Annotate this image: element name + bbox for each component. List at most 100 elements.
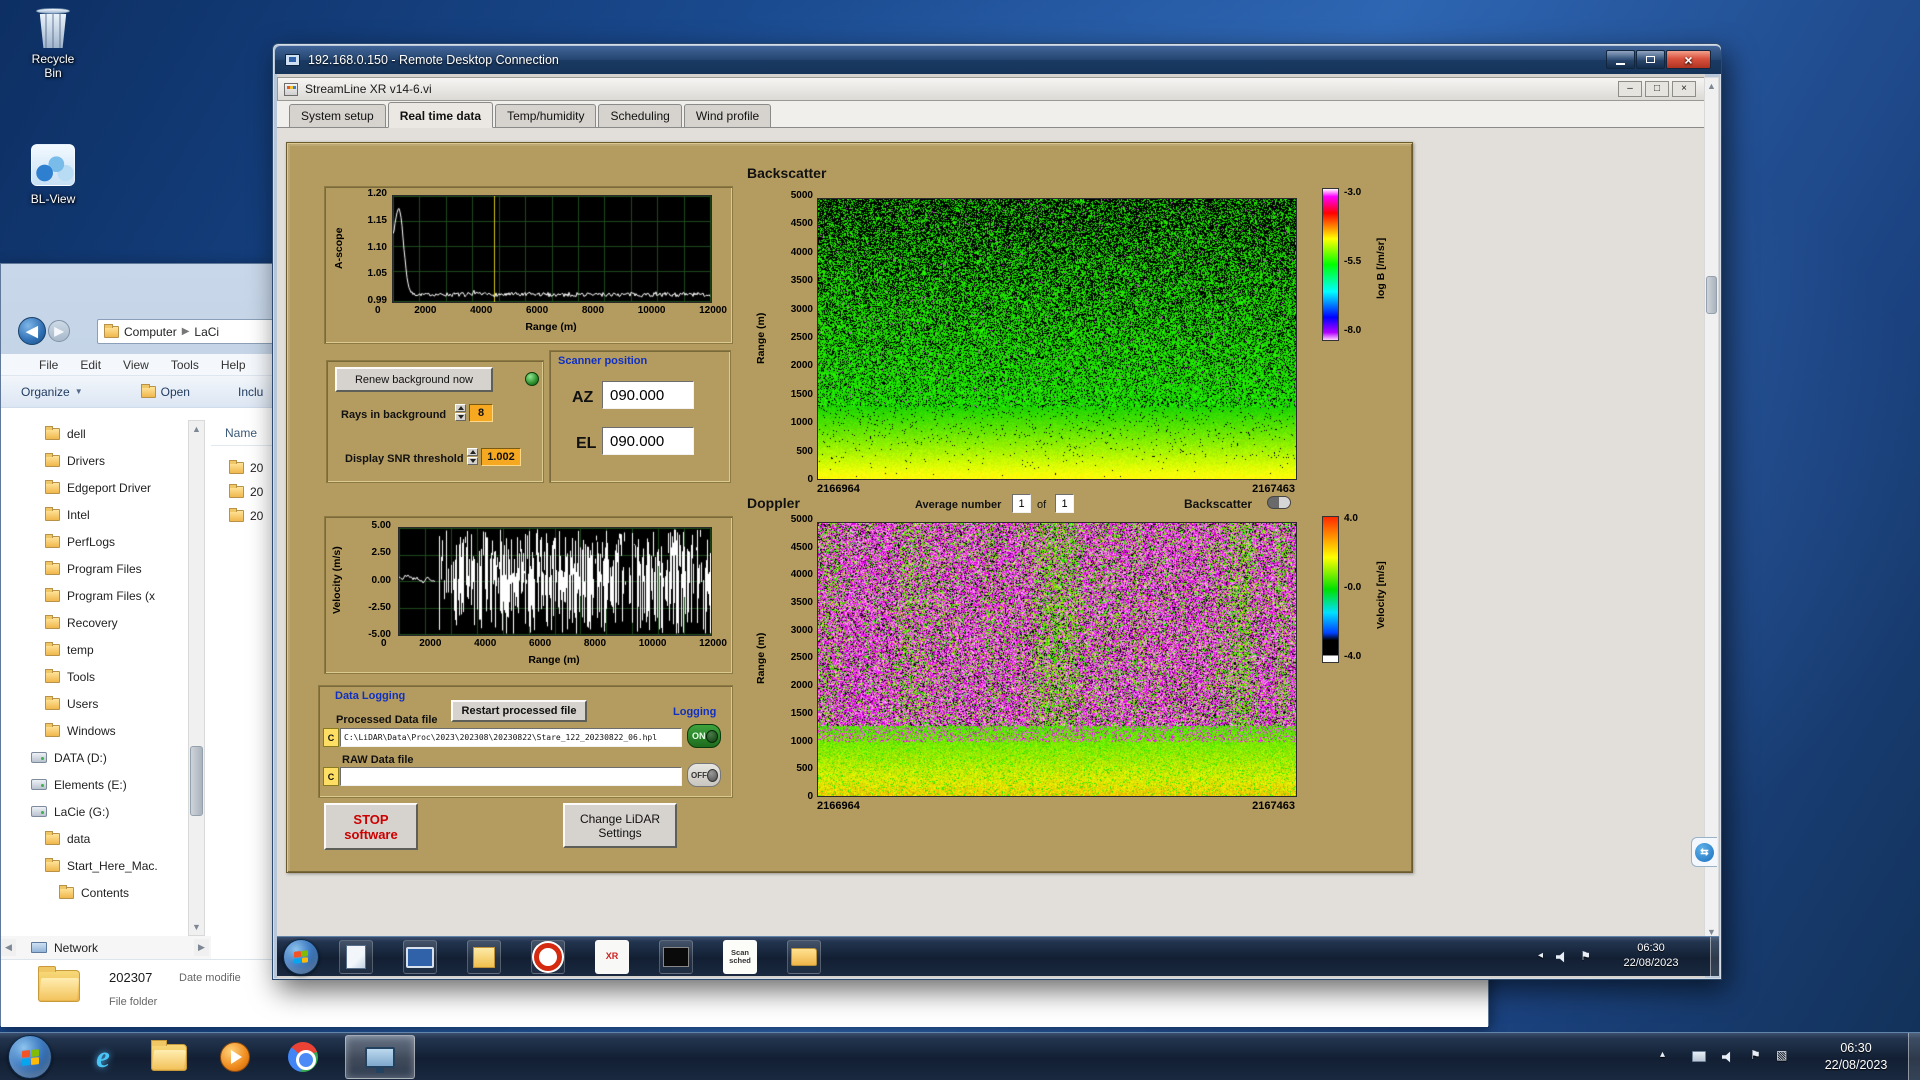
remote-flag-icon[interactable]: ⚑ bbox=[1580, 949, 1591, 963]
taskbar-ie-icon[interactable]: e bbox=[82, 1037, 124, 1077]
snr-spinner[interactable] bbox=[467, 448, 478, 465]
scrollbar-thumb[interactable] bbox=[190, 746, 203, 816]
menu-file[interactable]: File bbox=[39, 358, 58, 372]
average-total-field[interactable]: 1 bbox=[1055, 494, 1074, 513]
processed-path-field[interactable]: C:\LiDAR\Data\Proc\2023\202308\20230822\… bbox=[340, 728, 682, 747]
clock[interactable]: 06:30 22/08/2023 bbox=[1808, 1040, 1904, 1074]
menu-view[interactable]: View bbox=[123, 358, 149, 372]
tab-system-setup[interactable]: System setup bbox=[289, 104, 386, 127]
snr-value-field[interactable]: 1.002 bbox=[481, 448, 521, 466]
spin-up-icon[interactable] bbox=[455, 404, 466, 412]
show-desktop-button[interactable] bbox=[1908, 1033, 1920, 1080]
spin-up-icon[interactable] bbox=[467, 448, 478, 456]
scroll-right-icon[interactable]: ▶ bbox=[194, 939, 209, 956]
scroll-left-icon[interactable]: ◀ bbox=[1, 939, 16, 956]
taskbar-media-player-icon[interactable] bbox=[214, 1037, 256, 1077]
taskbar-chrome-icon[interactable] bbox=[282, 1037, 324, 1077]
stop-software-button[interactable]: STOP software bbox=[324, 803, 418, 850]
tree-item-start-here-mac-[interactable]: Start_Here_Mac. bbox=[1, 852, 187, 879]
change-lidar-settings-button[interactable]: Change LiDAR Settings bbox=[563, 803, 677, 848]
tree-item-program-files[interactable]: Program Files bbox=[1, 555, 187, 582]
rdp-scroll-up-icon[interactable]: ▲ bbox=[1705, 78, 1718, 93]
raw-drive-button[interactable]: C bbox=[323, 767, 339, 786]
tree-item-intel[interactable]: Intel bbox=[1, 501, 187, 528]
tab-real-time-data[interactable]: Real time data bbox=[388, 102, 493, 128]
tree-item-data-d-[interactable]: DATA (D:) bbox=[1, 744, 187, 771]
renew-background-button[interactable]: Renew background now bbox=[335, 367, 493, 392]
tree-item-temp[interactable]: temp bbox=[1, 636, 187, 663]
back-button[interactable]: ◀ bbox=[18, 317, 46, 345]
tree-item-network[interactable]: Network bbox=[31, 934, 98, 961]
labview-close-button[interactable]: × bbox=[1672, 81, 1696, 97]
tray-network-icon[interactable] bbox=[1692, 1051, 1706, 1062]
tree-item-elements-e-[interactable]: Elements (E:) bbox=[1, 771, 187, 798]
remote-taskbar-app-scan-icon[interactable]: Scan sched bbox=[723, 940, 757, 974]
taskbar-rdp-active-icon[interactable] bbox=[345, 1035, 415, 1079]
remote-taskbar-app-folder-icon[interactable] bbox=[787, 940, 821, 974]
labview-minimize-button[interactable]: – bbox=[1618, 81, 1642, 97]
remote-taskbar-app-power-icon[interactable] bbox=[531, 940, 565, 974]
rdp-titlebar[interactable]: 192.168.0.150 - Remote Desktop Connectio… bbox=[275, 46, 1721, 74]
tree-item-users[interactable]: Users bbox=[1, 690, 187, 717]
processed-logging-toggle[interactable]: ON bbox=[687, 724, 721, 748]
minimize-button[interactable] bbox=[1606, 50, 1635, 69]
recycle-bin-shortcut[interactable]: Recycle Bin bbox=[22, 8, 84, 80]
tree-item-lacie-g-[interactable]: LaCie (G:) bbox=[1, 798, 187, 825]
remote-start-button[interactable] bbox=[283, 939, 319, 975]
taskbar-explorer-icon[interactable] bbox=[148, 1037, 190, 1077]
tree-item-perflogs[interactable]: PerfLogs bbox=[1, 528, 187, 555]
tree-item-data[interactable]: data bbox=[1, 825, 187, 852]
breadcrumb-root[interactable]: Computer bbox=[124, 325, 177, 339]
rdp-scrollbar[interactable]: ▲ ▼ bbox=[1704, 77, 1719, 938]
remote-taskbar-app-doc-icon[interactable] bbox=[339, 940, 373, 974]
menu-help[interactable]: Help bbox=[221, 358, 246, 372]
tree-item-program-files-x[interactable]: Program Files (x bbox=[1, 582, 187, 609]
menu-tools[interactable]: Tools bbox=[171, 358, 199, 372]
tree-item-dell[interactable]: dell bbox=[1, 420, 187, 447]
processed-drive-button[interactable]: C bbox=[323, 728, 339, 747]
tray-expand-icon[interactable]: ▴ bbox=[1660, 1049, 1665, 1060]
close-button[interactable]: × bbox=[1666, 50, 1711, 69]
average-number-field[interactable]: 1 bbox=[1012, 494, 1031, 513]
open-button[interactable]: Open bbox=[141, 385, 190, 399]
remote-show-desktop-button[interactable] bbox=[1710, 937, 1719, 977]
remote-taskbar-app-console-icon[interactable] bbox=[659, 940, 693, 974]
teamviewer-tab[interactable]: ⇆ bbox=[1691, 837, 1717, 867]
remote-tray-expand-icon[interactable]: ◂ bbox=[1538, 950, 1543, 961]
remote-volume-icon[interactable] bbox=[1556, 951, 1569, 963]
remote-clock[interactable]: 06:30 22/08/2023 bbox=[1609, 941, 1693, 971]
tree-scrollbar[interactable]: ▲ ▼ bbox=[188, 420, 205, 936]
remote-taskbar-app-note-icon[interactable] bbox=[467, 940, 501, 974]
organize-button[interactable]: Organize ▼ bbox=[21, 385, 83, 399]
el-value-field[interactable]: 090.000 bbox=[602, 427, 694, 455]
raw-path-field[interactable] bbox=[340, 767, 682, 786]
tab-wind-profile[interactable]: Wind profile bbox=[684, 104, 771, 127]
tray-flag-icon[interactable]: ⚑ bbox=[1750, 1048, 1761, 1062]
spin-down-icon[interactable] bbox=[455, 413, 466, 421]
tray-keyboard-icon[interactable]: ▧ bbox=[1776, 1048, 1787, 1062]
labview-titlebar[interactable]: StreamLine XR v14-6.vi – □ × bbox=[277, 77, 1705, 101]
backscatter-toggle-switch[interactable] bbox=[1267, 496, 1291, 509]
rays-spinner[interactable] bbox=[455, 404, 466, 421]
spin-down-icon[interactable] bbox=[467, 457, 478, 465]
tab-temp-humidity[interactable]: Temp/humidity bbox=[495, 104, 596, 127]
rays-value-field[interactable]: 8 bbox=[469, 404, 493, 422]
scroll-up-icon[interactable]: ▲ bbox=[189, 421, 204, 437]
tree-item-recovery[interactable]: Recovery bbox=[1, 609, 187, 636]
include-button[interactable]: Inclu bbox=[238, 385, 263, 399]
tree-item-windows[interactable]: Windows bbox=[1, 717, 187, 744]
forward-button[interactable]: ▶ bbox=[48, 320, 70, 342]
labview-restore-button[interactable]: □ bbox=[1645, 81, 1669, 97]
restart-processed-button[interactable]: Restart processed file bbox=[451, 700, 587, 722]
tree-item-drivers[interactable]: Drivers bbox=[1, 447, 187, 474]
tree-item-contents[interactable]: Contents bbox=[1, 879, 187, 906]
restore-button[interactable] bbox=[1636, 50, 1665, 69]
tab-scheduling[interactable]: Scheduling bbox=[598, 104, 681, 127]
tree-item-edgeport-driver[interactable]: Edgeport Driver bbox=[1, 474, 187, 501]
tray-volume-icon[interactable] bbox=[1722, 1051, 1735, 1063]
blview-shortcut[interactable]: BL-View bbox=[22, 144, 84, 206]
az-value-field[interactable]: 090.000 bbox=[602, 381, 694, 409]
menu-edit[interactable]: Edit bbox=[80, 358, 101, 372]
raw-logging-toggle[interactable]: OFF bbox=[687, 763, 721, 787]
rdp-scrollbar-thumb[interactable] bbox=[1706, 276, 1717, 314]
